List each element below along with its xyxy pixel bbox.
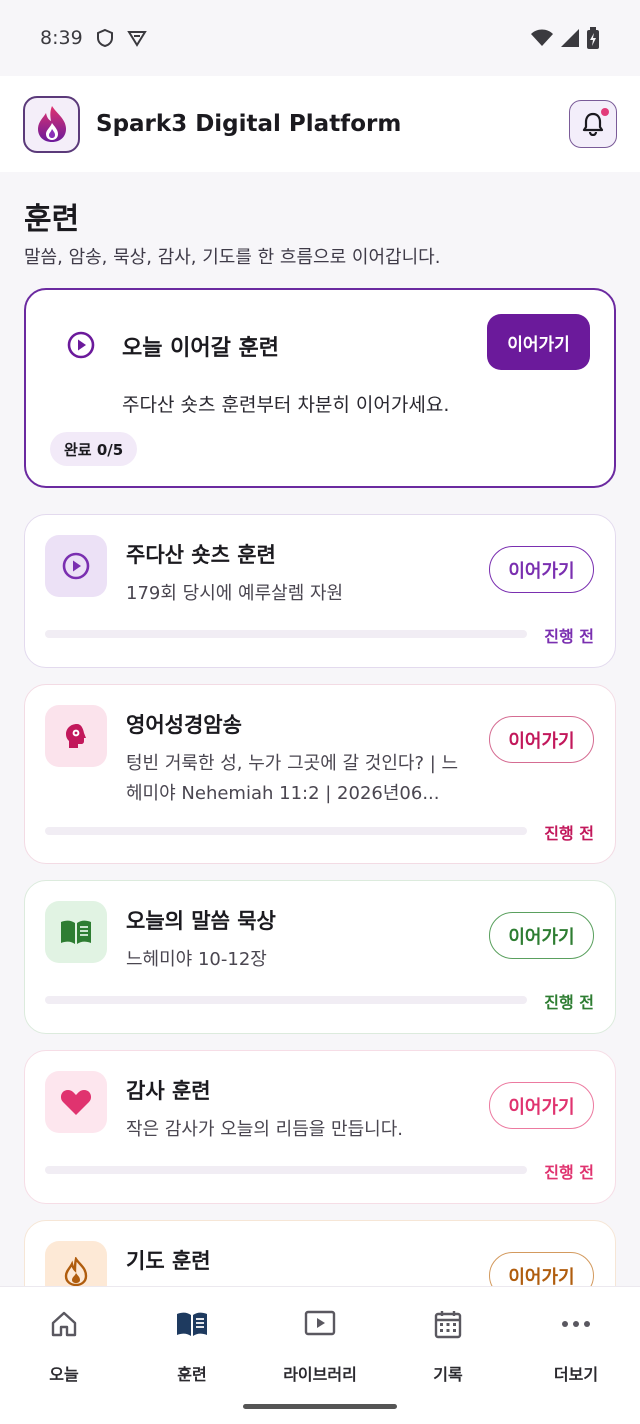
nav-item-records[interactable]: 기록 (384, 1307, 512, 1385)
training-description: 179회 당시에 예루살렘 자원 (126, 583, 344, 604)
today-title: 오늘 이어갈 훈련 (122, 336, 279, 361)
status-icons (530, 27, 600, 49)
training-title: 영어성경암송 (126, 713, 242, 737)
status-time: 8:39 (40, 27, 83, 49)
more-horizontal-icon (562, 1321, 590, 1327)
home-icon (51, 1311, 77, 1337)
nav-label: 기록 (433, 1365, 463, 1384)
app-header: Spark3 Digital Platform (0, 76, 640, 172)
progress-track (45, 827, 527, 835)
training-status: 진행 전 (544, 824, 594, 843)
completion-badge: 완료 0/5 (50, 432, 138, 466)
nav-label: 더보기 (553, 1365, 599, 1384)
progress-track (45, 1166, 527, 1174)
heart-icon (60, 1090, 92, 1115)
nav-item-today[interactable]: 오늘 (0, 1307, 128, 1385)
nav-label: 오늘 (49, 1365, 79, 1384)
nav-item-training[interactable]: 훈련 (128, 1307, 256, 1385)
training-icon-box (45, 901, 107, 963)
app-logo[interactable] (23, 95, 80, 153)
training-icon-box (45, 535, 107, 597)
training-status: 진행 전 (544, 1163, 594, 1182)
bell-icon (582, 112, 604, 136)
shield-icon (96, 28, 113, 48)
today-description: 주다산 숏츠 훈련부터 차분히 이어가세요. (122, 394, 450, 416)
battery-icon (587, 27, 599, 49)
today-continue-button[interactable]: 이어가기 (487, 314, 590, 370)
book-open-icon (61, 920, 91, 944)
page-subtitle: 말씀, 암송, 묵상, 감사, 기도를 한 흐름으로 이어갑니다. (24, 247, 441, 268)
training-status: 진행 전 (544, 993, 594, 1012)
continue-button[interactable]: 이어가기 (489, 912, 594, 959)
flame-logo-icon (37, 106, 66, 142)
progress-track (45, 996, 527, 1004)
cell-signal-icon (561, 29, 579, 47)
notification-badge-dot (601, 108, 609, 116)
training-icon-box (45, 705, 107, 767)
vpn-icon (126, 31, 147, 47)
training-description: 작은 감사가 오늘의 리듬을 만듭니다. (126, 1119, 404, 1140)
continue-button[interactable]: 이어가기 (489, 716, 594, 763)
play-box-icon (304, 1310, 336, 1336)
training-title: 감사 훈련 (126, 1079, 211, 1103)
nav-label: 훈련 (177, 1365, 207, 1384)
page-title: 훈련 (24, 202, 80, 237)
continue-button[interactable]: 이어가기 (489, 546, 594, 593)
training-icon-box (45, 1071, 107, 1133)
training-title: 오늘의 말씀 묵상 (126, 909, 276, 933)
calendar-icon (434, 1311, 462, 1339)
training-description: 느헤미야 10-12장 (126, 949, 267, 970)
head-gear-icon (66, 724, 86, 748)
app-title: Spark3 Digital Platform (96, 111, 402, 137)
play-circle-icon (62, 552, 90, 580)
wifi-icon (531, 29, 553, 46)
nav-item-library[interactable]: 라이브러리 (256, 1307, 384, 1385)
training-card-memorization[interactable]: 영어성경암송 텅빈 거룩한 성, 누가 그곳에 갈 것인다? | 느헤미야 Ne… (24, 684, 616, 864)
nav-item-more[interactable]: 더보기 (512, 1307, 640, 1385)
home-indicator (243, 1404, 397, 1409)
training-card-meditation[interactable]: 오늘의 말씀 묵상 느헤미야 10-12장 이어가기 진행 전 (24, 880, 616, 1034)
training-title: 주다산 숏츠 훈련 (126, 543, 276, 567)
progress-track (45, 630, 527, 638)
training-card-gratitude[interactable]: 감사 훈련 작은 감사가 오늘의 리듬을 만듭니다. 이어가기 진행 전 (24, 1050, 616, 1204)
book-open-icon (177, 1312, 207, 1336)
continue-button[interactable]: 이어가기 (489, 1082, 594, 1129)
training-card-shorts[interactable]: 주다산 숏츠 훈련 179회 당시에 예루살렘 자원 이어가기 진행 전 (24, 514, 616, 668)
training-title: 기도 훈련 (126, 1249, 211, 1273)
nav-label: 라이브러리 (283, 1365, 357, 1384)
training-description: 텅빈 거룩한 성, 누가 그곳에 갈 것인다? | 느헤미야 Nehemiah … (126, 753, 459, 804)
flame-icon (64, 1257, 88, 1287)
notification-button[interactable] (569, 100, 617, 148)
status-bar: 8:39 (0, 0, 640, 76)
today-training-card: 오늘 이어갈 훈련 이어가기 주다산 숏츠 훈련부터 차분히 이어가세요. 완료… (24, 288, 616, 488)
play-circle-icon (67, 331, 95, 359)
training-status: 진행 전 (544, 627, 594, 646)
